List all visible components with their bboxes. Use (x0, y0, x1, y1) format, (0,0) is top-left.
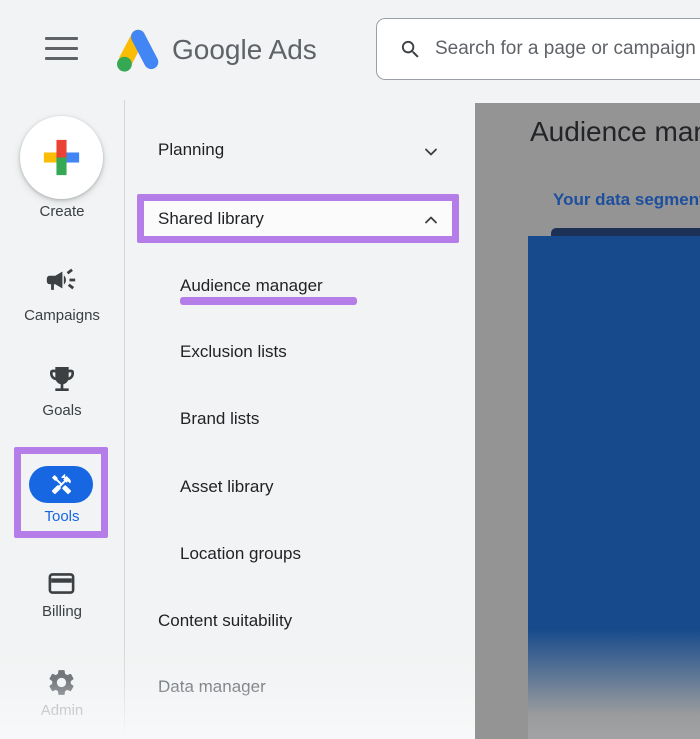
trophy-icon[interactable] (46, 363, 78, 395)
create-label: Create (39, 203, 85, 220)
google-ads-logo-icon (117, 29, 159, 72)
chevron-up-icon[interactable] (421, 210, 441, 230)
megaphone-icon[interactable] (44, 263, 78, 297)
sidebar-item-admin[interactable]: Admin (0, 702, 124, 719)
sidebar-item-tools[interactable] (29, 466, 93, 503)
search-icon (401, 40, 419, 58)
sidebar-item-goals[interactable]: Goals (0, 402, 124, 419)
credit-card-icon[interactable] (46, 568, 77, 599)
sidebar-item-billing[interactable]: Billing (0, 603, 124, 620)
search-bar[interactable] (376, 18, 700, 80)
audience-manager-underline-annotation (180, 297, 357, 305)
panel-divider (124, 100, 125, 739)
page-title: Audience manager (530, 116, 700, 147)
chevron-down-icon[interactable] (421, 142, 441, 162)
nav-item-location-groups[interactable]: Location groups (180, 544, 301, 564)
nav-item-brand-lists[interactable]: Brand lists (180, 409, 259, 429)
gear-icon[interactable] (46, 667, 77, 698)
nav-item-shared-library[interactable]: Shared library (158, 209, 264, 229)
sidebar-item-campaigns[interactable]: Campaigns (0, 307, 124, 324)
nav-item-data-manager[interactable]: Data manager (158, 677, 266, 697)
google-ads-logo[interactable] (110, 26, 164, 74)
tab-your-data-segments[interactable]: Your data segments (553, 190, 700, 210)
search-input[interactable] (435, 38, 700, 60)
dimmed-blue-panel (528, 236, 700, 739)
nav-item-planning[interactable]: Planning (158, 140, 224, 160)
multicolor-plus-icon (43, 139, 80, 176)
google-ads-window: Google Ads Create Campaigns Goals Tools … (0, 0, 700, 739)
create-button[interactable] (20, 116, 103, 199)
nav-item-content-suitability[interactable]: Content suitability (158, 611, 292, 631)
wrench-hammer-icon (51, 473, 71, 495)
nav-item-exclusion-lists[interactable]: Exclusion lists (180, 342, 287, 362)
hamburger-menu-icon[interactable] (45, 36, 78, 62)
tools-label[interactable]: Tools (0, 508, 124, 525)
nav-item-asset-library[interactable]: Asset library (180, 477, 274, 497)
nav-item-audience-manager[interactable]: Audience manager (180, 276, 323, 296)
app-title: Google Ads (172, 34, 317, 65)
